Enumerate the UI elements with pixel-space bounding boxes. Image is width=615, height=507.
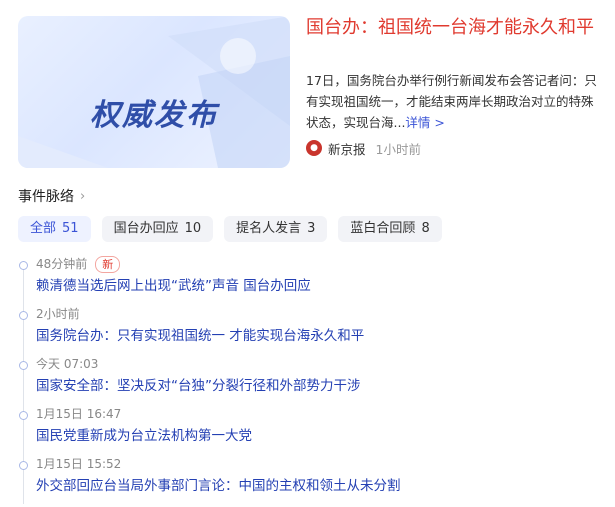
news-thumbnail[interactable]: 权威发布 xyxy=(18,16,290,168)
filter-label: 提名人发言 xyxy=(236,221,302,236)
timeline-item: 1月15日 15:52 外交部回应台当局外事部门言论：中国的主权和领土从未分割 xyxy=(18,454,598,504)
event-timeline: 48分钟前 新 赖清德当选后网上出现“武统”声音 国台办回应 2小时前 国务院台… xyxy=(18,254,598,504)
filter-count: 3 xyxy=(307,221,316,236)
filter-count: 10 xyxy=(184,221,202,236)
filter-chip-tao[interactable]: 国台办回应 10 xyxy=(101,216,214,242)
summary-text: 17日，国务院台办举行例行新闻发布会答记者问：只有实现祖国统一，才能结束两岸长期… xyxy=(306,73,597,130)
timeline-item: 48分钟前 新 赖清德当选后网上出现“武统”声音 国台办回应 xyxy=(18,254,598,304)
timeline-dot-icon xyxy=(19,411,28,420)
timeline-time: 1月15日 15:52 xyxy=(36,457,122,471)
filter-label: 国台办回应 xyxy=(113,221,179,236)
timeline-link[interactable]: 国家安全部：坚决反对“台独”分裂行径和外部势力干涉 xyxy=(36,374,598,398)
filter-chip-blue-white[interactable]: 蓝白合回顾 8 xyxy=(338,216,442,242)
source-time: 1小时前 xyxy=(375,141,421,157)
events-section-title[interactable]: 事件脉络 › xyxy=(18,186,85,206)
timeline-link[interactable]: 赖清德当选后网上出现“武统”声音 国台办回应 xyxy=(36,274,598,298)
timeline-time: 1月15日 16:47 xyxy=(36,407,122,421)
timeline-time: 今天 07:03 xyxy=(36,357,99,371)
source-logo-icon: ● xyxy=(306,140,322,156)
timeline-item: 今天 07:03 国家安全部：坚决反对“台独”分裂行径和外部势力干涉 xyxy=(18,354,598,404)
source-name[interactable]: 新京报 xyxy=(328,139,366,158)
time-text: 48分钟前 xyxy=(36,257,88,271)
filter-label: 蓝白合回顾 xyxy=(350,221,416,236)
filter-chip-all[interactable]: 全部 51 xyxy=(18,216,91,242)
timeline-item: 2小时前 国务院台办：只有实现祖国统一 才能实现台海永久和平 xyxy=(18,304,598,354)
timeline-time: 48分钟前 新 xyxy=(36,254,598,274)
timeline-dot-icon xyxy=(19,261,28,270)
news-summary: 17日，国务院台办举行例行新闻发布会答记者问：只有实现祖国统一，才能结束两岸长期… xyxy=(306,70,598,133)
thumbnail-caption: 权威发布 xyxy=(90,98,218,133)
timeline-link[interactable]: 国务院台办：只有实现祖国统一 才能实现台海永久和平 xyxy=(36,324,598,348)
timeline-link[interactable]: 国民党重新成为台立法机构第一大党 xyxy=(36,424,598,448)
filter-chip-nominee[interactable]: 提名人发言 3 xyxy=(224,216,328,242)
timeline-link[interactable]: 外交部回应台当局外事部门言论：中国的主权和领土从未分割 xyxy=(36,474,598,498)
more-link[interactable]: 详情 > xyxy=(405,115,444,130)
filter-label: 全部 xyxy=(30,221,57,236)
news-source: ● 新京报 1小时前 xyxy=(306,138,421,158)
timeline-dot-icon xyxy=(19,361,28,370)
timeline-item: 1月15日 16:47 国民党重新成为台立法机构第一大党 xyxy=(18,404,598,454)
events-title-text: 事件脉络 xyxy=(18,189,74,205)
chevron-right-icon: › xyxy=(80,188,86,204)
timeline-dot-icon xyxy=(19,311,28,320)
timeline-dot-icon xyxy=(19,461,28,470)
filter-count: 8 xyxy=(421,221,430,236)
filter-count: 51 xyxy=(62,221,79,236)
timeline-time: 2小时前 xyxy=(36,307,80,321)
news-card: 权威发布 国台办：祖国统一台海才能永久和平 17日，国务院台办举行例行新闻发布会… xyxy=(0,0,615,507)
new-badge: 新 xyxy=(95,255,121,273)
news-headline[interactable]: 国台办：祖国统一台海才能永久和平 xyxy=(306,14,598,42)
event-filters: 全部 51 国台办回应 10 提名人发言 3 蓝白合回顾 8 xyxy=(18,216,453,242)
